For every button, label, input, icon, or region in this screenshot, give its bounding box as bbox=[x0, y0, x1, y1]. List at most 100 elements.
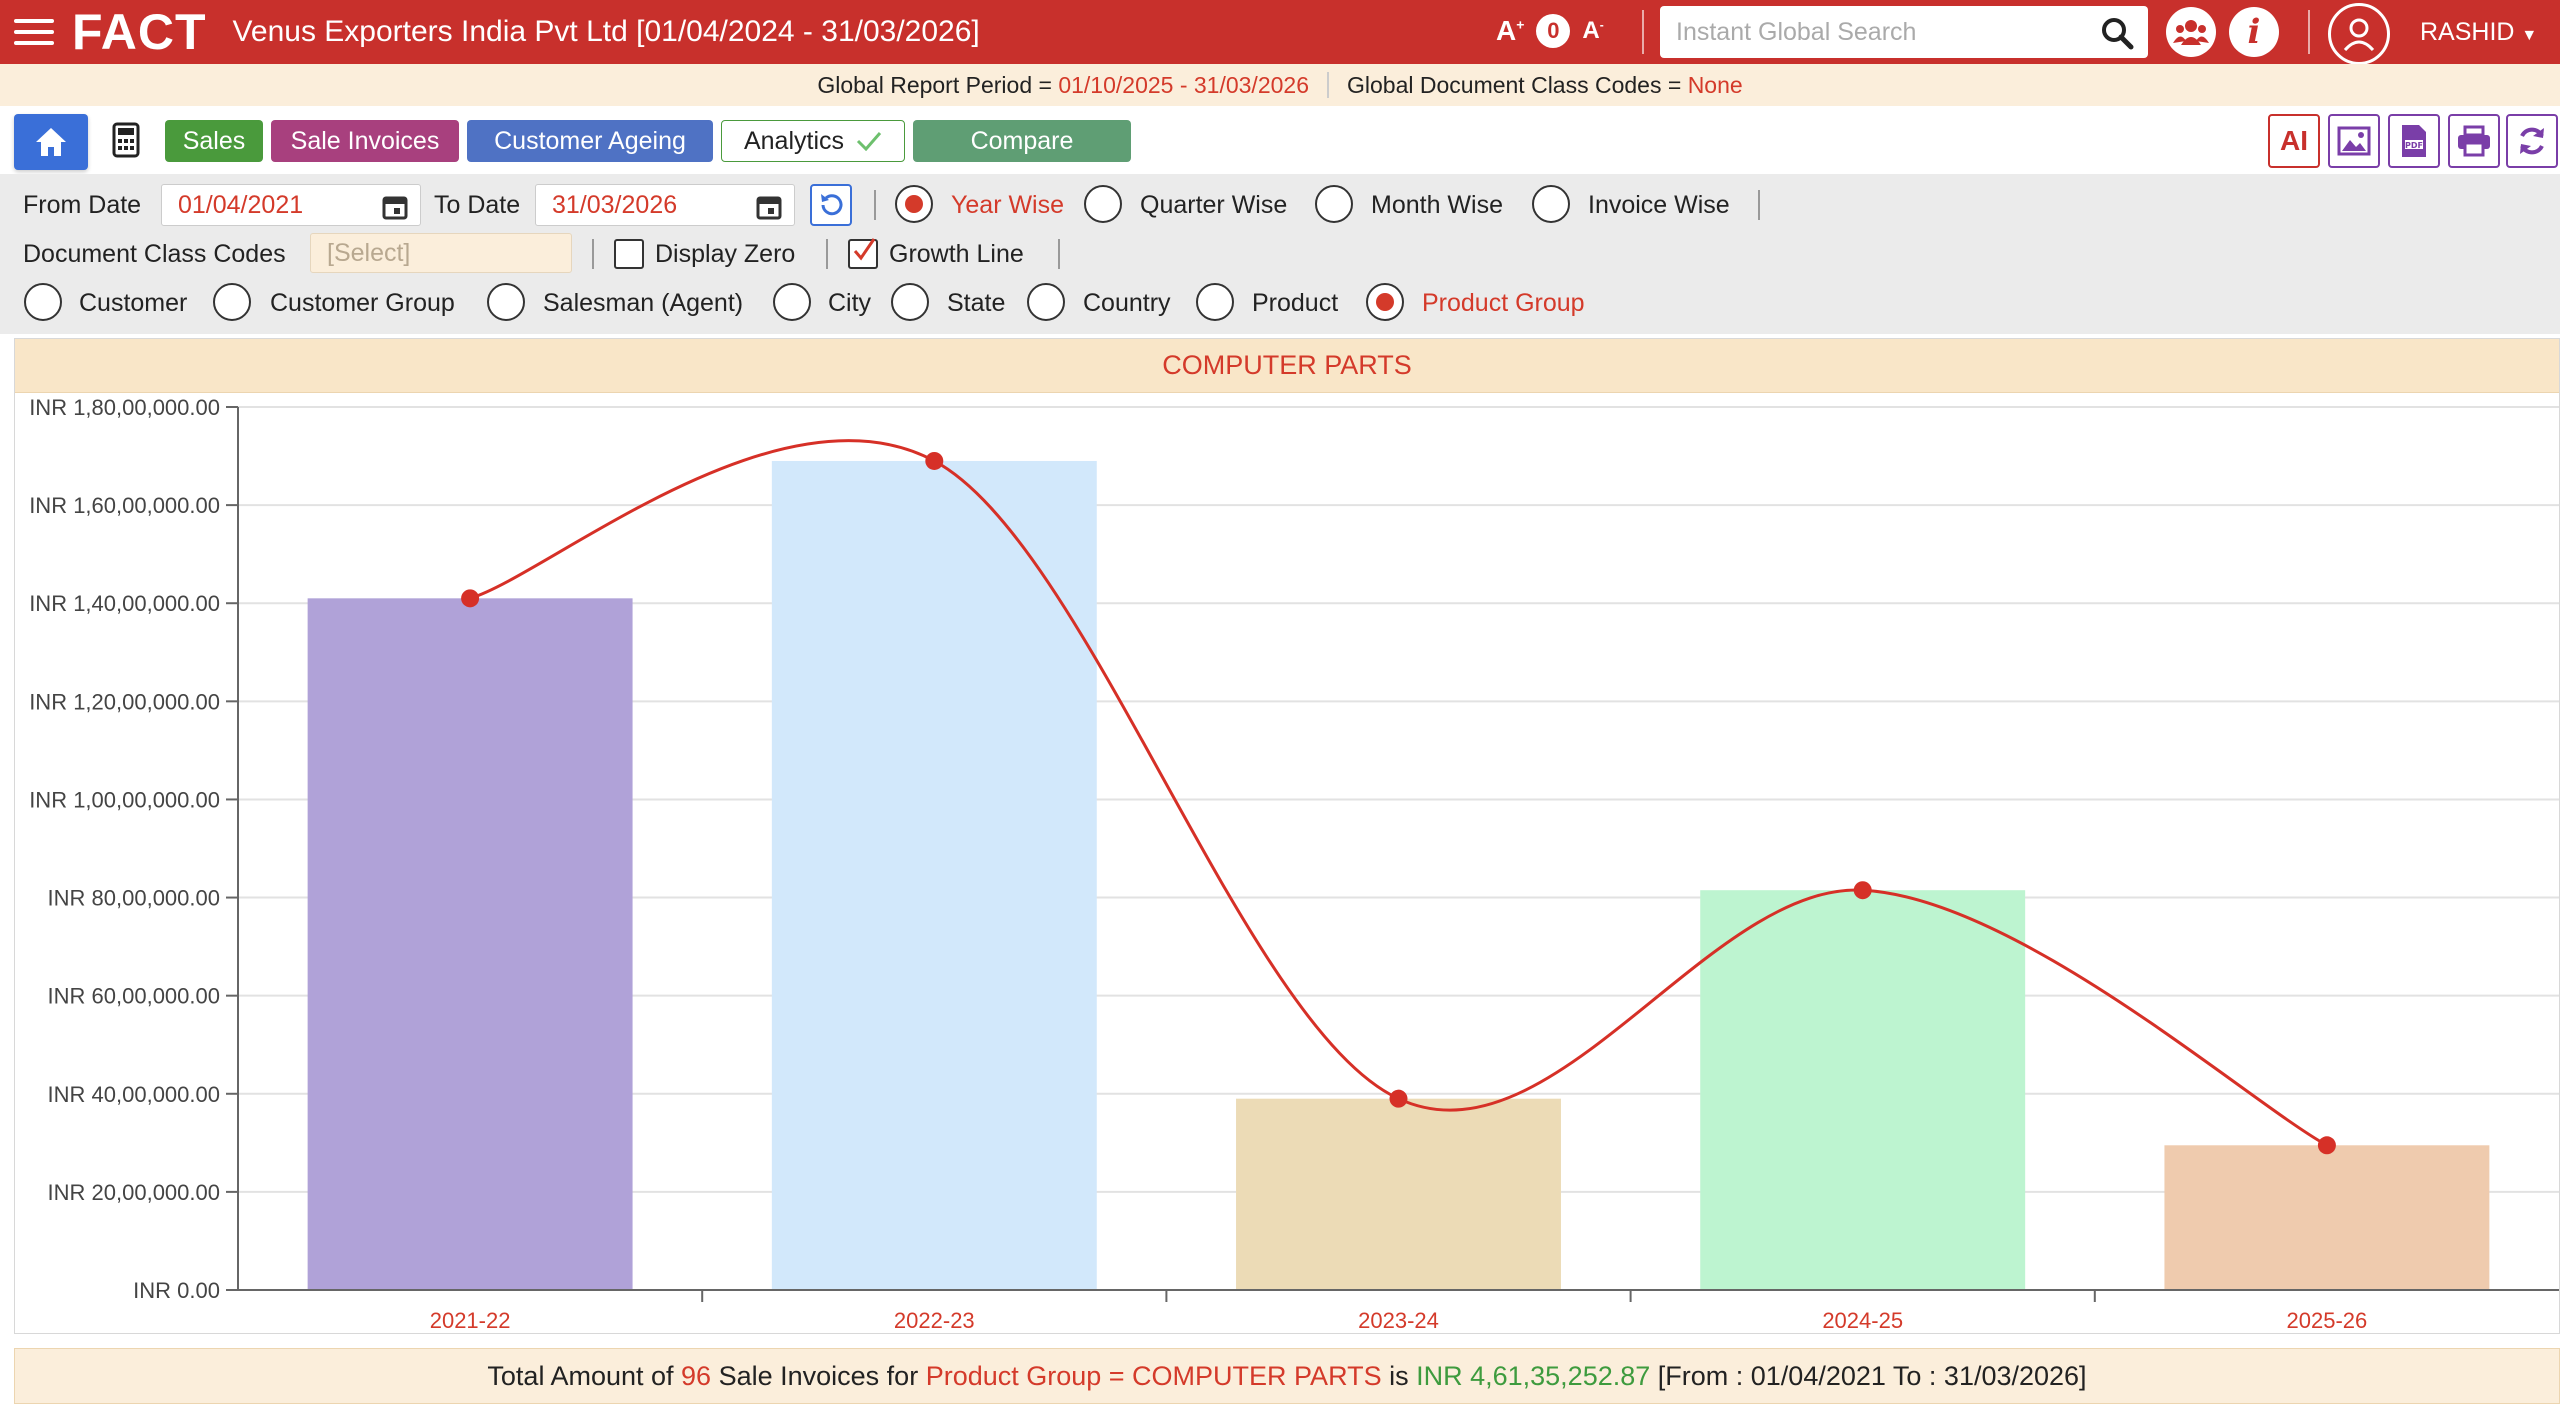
customer-radio[interactable] bbox=[24, 283, 62, 321]
search-input[interactable] bbox=[1660, 17, 2080, 47]
global-search bbox=[1660, 6, 2148, 58]
report-period-value[interactable]: 01/10/2025 - 31/03/2026 bbox=[1058, 72, 1309, 99]
x-tick-label: 2024-25 bbox=[1822, 1308, 1903, 1333]
toolbar: Sales Sale Invoices Customer Ageing Anal… bbox=[0, 106, 2560, 174]
growth-line-label[interactable]: Growth Line bbox=[889, 240, 1024, 269]
home-button[interactable] bbox=[14, 114, 88, 170]
divider bbox=[2308, 10, 2310, 54]
invoice-wise-label[interactable]: Invoice Wise bbox=[1588, 191, 1730, 220]
compare-chip[interactable]: Compare bbox=[913, 120, 1131, 162]
check-icon bbox=[856, 132, 882, 151]
display-zero-checkbox[interactable] bbox=[614, 239, 644, 269]
month-wise-label[interactable]: Month Wise bbox=[1371, 191, 1503, 220]
quarter-wise-label[interactable]: Quarter Wise bbox=[1140, 191, 1287, 220]
font-size-controls: A+ 0 A- bbox=[1496, 14, 1604, 48]
to-date-input[interactable]: 31/03/2026 bbox=[535, 184, 795, 226]
country-radio[interactable] bbox=[1027, 283, 1065, 321]
y-tick-label: INR 1,80,00,000.00 bbox=[29, 395, 220, 420]
product-radio[interactable] bbox=[1196, 283, 1234, 321]
customer-label[interactable]: Customer bbox=[79, 289, 187, 318]
summary-footer: Total Amount of 96 Sale Invoices for Pro… bbox=[14, 1348, 2560, 1404]
y-tick-label: INR 0.00 bbox=[133, 1278, 220, 1303]
display-zero-label[interactable]: Display Zero bbox=[655, 240, 795, 269]
quarter-wise-radio[interactable] bbox=[1084, 185, 1122, 223]
country-label[interactable]: Country bbox=[1083, 289, 1171, 318]
refresh-icon[interactable] bbox=[2506, 114, 2558, 168]
search-icon[interactable] bbox=[2100, 16, 2134, 50]
salesman-radio[interactable] bbox=[487, 283, 525, 321]
reset-dates-button[interactable] bbox=[810, 184, 852, 226]
doc-class-codes-select[interactable]: [Select] bbox=[310, 233, 572, 273]
print-icon[interactable] bbox=[2448, 114, 2500, 168]
bar-2023-24[interactable] bbox=[1236, 1098, 1561, 1290]
analytics-label: Analytics bbox=[743, 126, 845, 155]
state-label[interactable]: State bbox=[947, 289, 1005, 318]
bar-2021-22[interactable] bbox=[307, 598, 633, 1290]
customer-group-label[interactable]: Customer Group bbox=[270, 289, 455, 318]
info-icon[interactable]: i bbox=[2229, 7, 2279, 57]
users-icon[interactable] bbox=[2166, 7, 2216, 57]
calculator-icon[interactable] bbox=[112, 122, 140, 158]
bar-chart: INR 0.00 INR 20,00,000.00 INR 40,00,000.00… bbox=[29, 395, 2559, 1333]
image-export-icon[interactable] bbox=[2328, 114, 2380, 168]
divider bbox=[1642, 10, 1644, 54]
growth-point-2021-22[interactable] bbox=[461, 589, 480, 608]
growth-line-checkbox[interactable] bbox=[848, 238, 878, 269]
footer-text: Sale Invoices for bbox=[711, 1360, 926, 1391]
divider bbox=[1327, 72, 1329, 98]
doc-class-codes-label: Document Class Codes bbox=[23, 240, 286, 268]
product-group-radio[interactable] bbox=[1366, 283, 1404, 321]
ai-icon[interactable]: AI bbox=[2268, 114, 2320, 168]
bar-2025-26[interactable] bbox=[2164, 1145, 2490, 1290]
product-label[interactable]: Product bbox=[1252, 289, 1338, 318]
growth-point-2025-26[interactable] bbox=[2317, 1136, 2336, 1155]
growth-point-2024-25[interactable] bbox=[1853, 881, 1872, 900]
bar-2022-23[interactable] bbox=[771, 460, 1097, 1290]
bar-2024-25[interactable] bbox=[1700, 890, 2026, 1290]
state-radio[interactable] bbox=[891, 283, 929, 321]
divider bbox=[874, 190, 876, 220]
city-label[interactable]: City bbox=[828, 289, 871, 318]
date-range-text: [From : 01/04/2021 To : 31/03/2026] bbox=[1650, 1360, 2087, 1391]
y-tick-label: INR 20,00,000.00 bbox=[48, 1180, 220, 1205]
salesman-label[interactable]: Salesman (Agent) bbox=[543, 289, 743, 318]
month-wise-radio[interactable] bbox=[1315, 185, 1353, 223]
year-wise-label[interactable]: Year Wise bbox=[951, 191, 1064, 220]
font-decrease-icon[interactable]: A- bbox=[1582, 17, 1603, 45]
divider bbox=[826, 239, 828, 269]
y-tick-label: INR 1,20,00,000.00 bbox=[29, 689, 220, 714]
divider bbox=[1058, 239, 1060, 269]
y-tick-label: INR 1,40,00,000.00 bbox=[29, 591, 220, 616]
growth-point-2023-24[interactable] bbox=[1389, 1089, 1408, 1108]
from-date-input[interactable]: 01/04/2021 bbox=[161, 184, 421, 226]
x-tick-label: 2022-23 bbox=[894, 1308, 975, 1333]
calendar-icon[interactable] bbox=[756, 194, 782, 220]
top-bar: FACT Venus Exporters India Pvt Ltd [01/0… bbox=[0, 0, 2560, 65]
sale-invoices-chip[interactable]: Sale Invoices bbox=[271, 120, 459, 162]
menu-icon[interactable] bbox=[14, 19, 54, 45]
customer-ageing-chip[interactable]: Customer Ageing bbox=[467, 120, 713, 162]
user-avatar-icon[interactable] bbox=[2328, 3, 2390, 65]
analytics-chip[interactable]: Analytics bbox=[721, 120, 905, 162]
x-tick-label: 2021-22 bbox=[430, 1308, 511, 1333]
y-tick-label: INR 1,00,00,000.00 bbox=[29, 787, 220, 812]
invoice-wise-radio[interactable] bbox=[1532, 185, 1570, 223]
home-icon bbox=[36, 128, 66, 156]
growth-line bbox=[469, 439, 2328, 1147]
y-tick-label: INR 80,00,000.00 bbox=[48, 886, 220, 911]
sales-chip[interactable]: Sales bbox=[165, 120, 263, 162]
user-menu[interactable]: RASHID ▼ bbox=[2420, 18, 2537, 47]
product-group-label[interactable]: Product Group bbox=[1422, 289, 1585, 318]
calendar-icon[interactable] bbox=[382, 194, 408, 220]
from-date-value: 01/04/2021 bbox=[178, 190, 304, 219]
growth-point-2022-23[interactable] bbox=[925, 451, 944, 470]
city-radio[interactable] bbox=[773, 283, 811, 321]
filter-panel: From Date 01/04/2021 To Date 31/03/2026 … bbox=[0, 174, 2560, 334]
doc-class-codes-value[interactable]: None bbox=[1688, 72, 1743, 99]
group-filter-text: Product Group = COMPUTER PARTS bbox=[925, 1360, 1382, 1391]
year-wise-radio[interactable] bbox=[895, 185, 933, 223]
y-tick-label: INR 60,00,000.00 bbox=[48, 984, 220, 1009]
font-increase-icon[interactable]: A+ bbox=[1496, 15, 1524, 47]
pdf-export-icon[interactable]: PDF bbox=[2388, 114, 2440, 168]
customer-group-radio[interactable] bbox=[213, 283, 251, 321]
